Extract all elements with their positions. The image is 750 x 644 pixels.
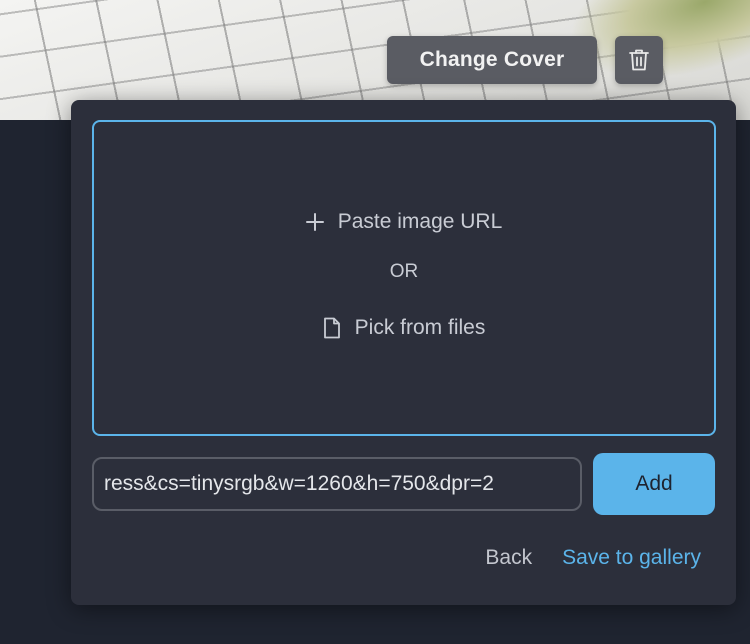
image-dropzone[interactable]: Paste image URL OR Pick from files — [92, 120, 716, 436]
or-label: OR — [389, 261, 419, 282]
image-picker-popup: Paste image URL OR Pick from files ress&… — [71, 100, 736, 605]
image-url-input[interactable]: ress&cs=tinysrgb&w=1260&h=750&dpr=2 — [92, 457, 582, 511]
back-button[interactable]: Back — [485, 546, 532, 570]
delete-cover-button[interactable] — [615, 36, 663, 84]
trash-icon — [629, 49, 649, 71]
plus-icon — [305, 213, 324, 231]
paste-url-label: Paste image URL — [337, 210, 503, 233]
save-to-gallery-button[interactable]: Save to gallery — [562, 546, 701, 570]
image-url-value: ress&cs=tinysrgb&w=1260&h=750&dpr=2 — [104, 472, 494, 495]
popup-footer: Back Save to gallery — [485, 546, 701, 570]
cover-actions: Change Cover — [387, 36, 663, 84]
change-cover-button[interactable]: Change Cover — [387, 36, 597, 84]
file-icon — [323, 317, 340, 339]
paste-url-option[interactable]: Paste image URL — [94, 210, 714, 234]
pick-files-option[interactable]: Pick from files — [94, 316, 714, 340]
or-divider: OR — [94, 261, 714, 283]
add-button[interactable]: Add — [593, 453, 715, 515]
pick-files-label: Pick from files — [354, 316, 486, 339]
